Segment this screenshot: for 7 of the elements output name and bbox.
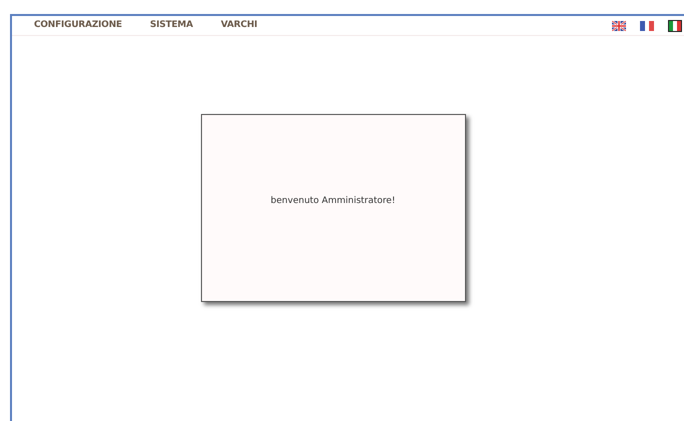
welcome-message: benvenuto Amministratore! [270, 195, 396, 208]
uk-flag-icon[interactable] [612, 20, 626, 30]
france-flag-icon[interactable] [640, 20, 654, 30]
menu-item[interactable]: CONFIGURAZIONE [34, 18, 122, 32]
italy-flag-icon[interactable] [668, 20, 682, 32]
menu-item[interactable]: VARCHI [220, 18, 258, 32]
menu-item[interactable]: SISTEMA [150, 18, 193, 32]
